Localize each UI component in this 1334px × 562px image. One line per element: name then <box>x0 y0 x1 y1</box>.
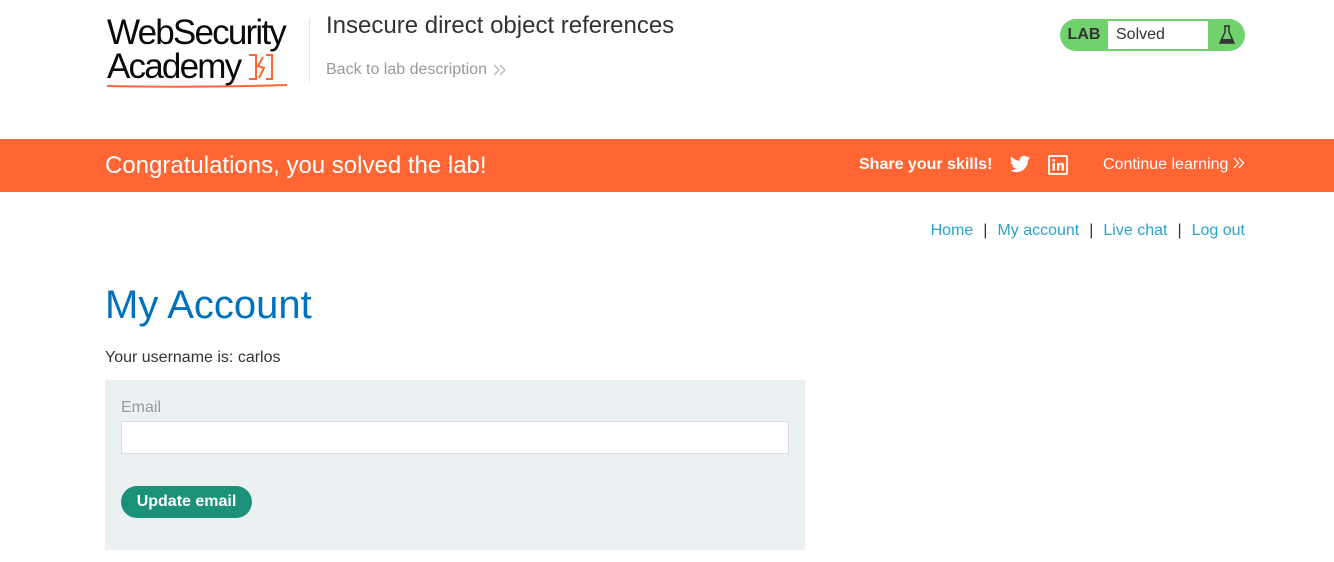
web-security-academy-logo[interactable]: WebSecurity Academy <box>107 13 307 90</box>
nav-log-out-link[interactable]: Log out <box>1192 222 1245 240</box>
share-skills-label: Share your skills! <box>859 156 993 173</box>
logo-text-line1: WebSecurity <box>107 13 287 52</box>
email-field[interactable] <box>121 421 789 454</box>
logo-text-line2-row: Academy <box>107 47 307 86</box>
linkedin-icon[interactable] <box>1048 155 1068 175</box>
back-to-lab-description-link[interactable]: Back to lab description <box>326 61 507 79</box>
nav-my-account-link[interactable]: My account <box>997 222 1079 240</box>
logo-text-line2: Academy <box>107 47 242 86</box>
flask-icon <box>1208 25 1245 45</box>
lab-status-text: Solved <box>1108 21 1208 49</box>
chevron-double-right-icon <box>1233 157 1245 169</box>
chevron-double-right-icon <box>493 64 506 76</box>
nav-live-chat-link[interactable]: Live chat <box>1103 222 1167 240</box>
bolt-icon <box>249 54 274 80</box>
lab-status-widget: LAB Solved <box>1060 19 1245 51</box>
continue-learning-label: Continue learning <box>1103 156 1229 173</box>
top-navigation: Home | My account | Live chat | Log out <box>931 222 1245 240</box>
solved-banner: Congratulations, you solved the lab! Sha… <box>0 139 1334 192</box>
header-divider <box>309 18 310 82</box>
email-label: Email <box>121 399 162 416</box>
update-email-button[interactable]: Update email <box>121 486 252 518</box>
update-email-form: Email Update email <box>105 380 805 550</box>
lab-title: Insecure direct object references <box>326 12 675 39</box>
nav-home-link[interactable]: Home <box>931 222 974 240</box>
nav-separator: | <box>1089 222 1094 239</box>
logo-underline <box>107 84 287 88</box>
page-title: My Account <box>105 283 312 327</box>
continue-learning-link[interactable]: Continue learning <box>1103 156 1245 174</box>
nav-separator: | <box>983 222 988 239</box>
twitter-icon[interactable] <box>1010 155 1031 174</box>
nav-separator: | <box>1177 222 1182 239</box>
username-text: Your username is: carlos <box>105 349 281 366</box>
header: WebSecurity Academy Insecure direct obje… <box>0 0 1334 139</box>
back-link-label: Back to lab description <box>326 61 487 78</box>
congratulations-message: Congratulations, you solved the lab! <box>105 152 487 179</box>
lab-tag: LAB <box>1067 26 1101 43</box>
